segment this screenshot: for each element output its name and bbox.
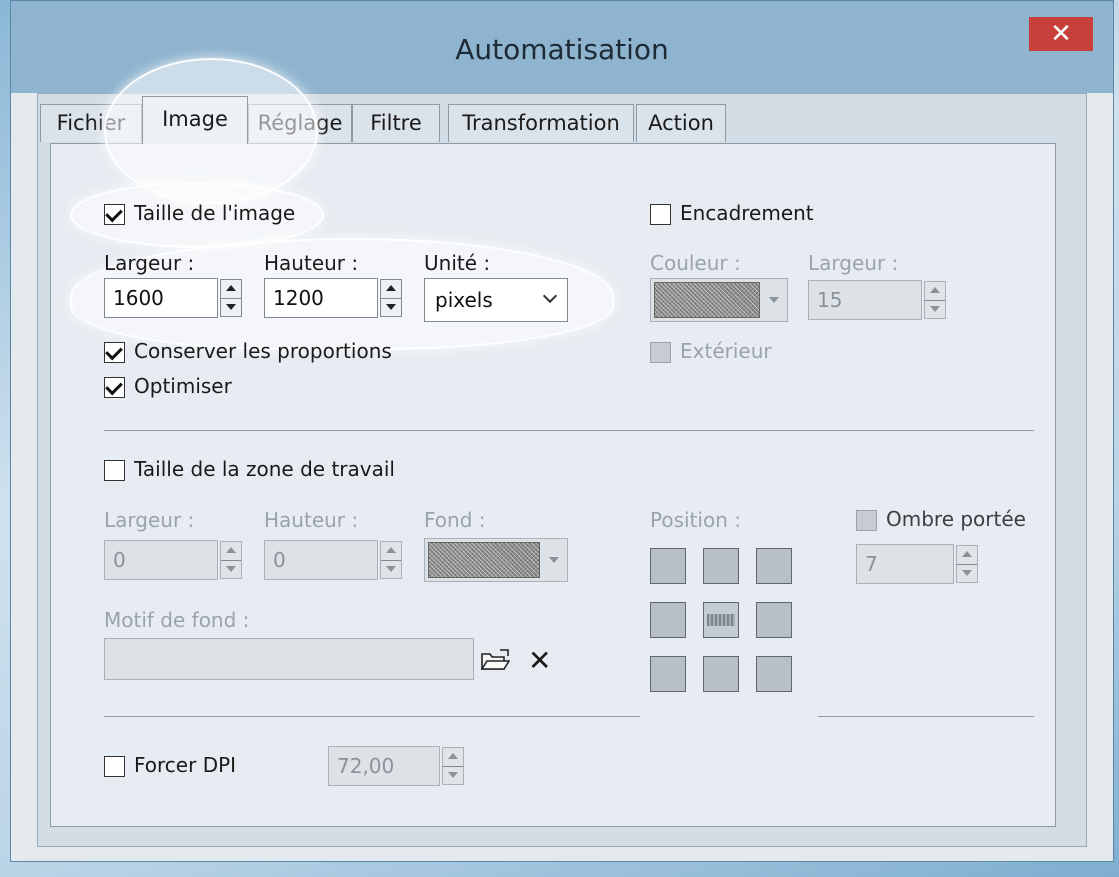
position-bottom-left[interactable] bbox=[650, 656, 686, 692]
spin-down-icon[interactable] bbox=[381, 560, 401, 578]
frame-color-picker[interactable] bbox=[650, 278, 788, 322]
spin-up-icon[interactable] bbox=[381, 542, 401, 561]
keep-ratio-checkbox[interactable] bbox=[104, 342, 125, 363]
canvas-height-input[interactable]: 0 bbox=[264, 540, 378, 580]
position-label: Position : bbox=[650, 508, 741, 532]
dpi-input[interactable]: 72,00 bbox=[328, 746, 440, 786]
position-top-left[interactable] bbox=[650, 548, 686, 584]
tab-filtre[interactable]: Filtre bbox=[352, 104, 440, 142]
background-color-picker[interactable] bbox=[424, 538, 568, 582]
spin-down-icon[interactable] bbox=[221, 298, 241, 316]
optimize-label: Optimiser bbox=[134, 374, 232, 398]
separator bbox=[104, 716, 640, 717]
color-swatch bbox=[428, 542, 540, 578]
tab-label: Transformation bbox=[462, 111, 620, 135]
folder-open-icon[interactable] bbox=[480, 648, 510, 672]
position-bottom-center[interactable] bbox=[703, 656, 739, 692]
spin-up-icon[interactable] bbox=[957, 546, 977, 565]
spin-down-icon[interactable] bbox=[221, 560, 241, 578]
spin-up-icon[interactable] bbox=[221, 280, 241, 299]
image-size-checkbox[interactable] bbox=[104, 204, 125, 225]
height-spin[interactable] bbox=[380, 279, 402, 317]
dpi-spin[interactable] bbox=[442, 747, 464, 785]
shadow-checkbox[interactable] bbox=[856, 510, 877, 531]
unit-value: pixels bbox=[435, 288, 493, 312]
height-input[interactable]: 1200 bbox=[264, 278, 378, 318]
frame-width-input[interactable]: 15 bbox=[808, 280, 922, 320]
separator bbox=[818, 716, 1034, 717]
spin-down-icon[interactable] bbox=[925, 300, 945, 318]
canvas-height-spin[interactable] bbox=[380, 541, 402, 579]
frame-width-label: Largeur : bbox=[808, 251, 899, 275]
dropdown-arrow-icon bbox=[769, 297, 779, 303]
dropdown-arrow-icon bbox=[549, 557, 559, 563]
spin-down-icon[interactable] bbox=[443, 766, 463, 784]
chevron-down-icon bbox=[542, 288, 558, 304]
image-size-label: Taille de l'image bbox=[134, 201, 296, 225]
canvas-width-spin[interactable] bbox=[220, 541, 242, 579]
frame-label: Encadrement bbox=[680, 201, 814, 225]
color-swatch bbox=[654, 282, 760, 318]
frame-color-label: Couleur : bbox=[650, 251, 741, 275]
keep-ratio-label: Conserver les proportions bbox=[134, 339, 392, 363]
canvas-size-label: Taille de la zone de travail bbox=[134, 457, 395, 481]
height-label: Hauteur : bbox=[264, 251, 359, 275]
position-top-right[interactable] bbox=[756, 548, 792, 584]
delete-x-icon[interactable]: ✕ bbox=[528, 647, 551, 675]
spin-down-icon[interactable] bbox=[381, 298, 401, 316]
position-top-center[interactable] bbox=[703, 548, 739, 584]
pattern-input[interactable] bbox=[104, 638, 474, 680]
tab-label: Image bbox=[162, 107, 228, 131]
canvas-width-input[interactable]: 0 bbox=[104, 540, 218, 580]
spin-down-icon[interactable] bbox=[957, 564, 977, 582]
position-middle-right[interactable] bbox=[756, 602, 792, 638]
spin-up-icon[interactable] bbox=[381, 280, 401, 299]
position-center[interactable] bbox=[703, 602, 739, 638]
tab-label: Filtre bbox=[370, 111, 422, 135]
position-bottom-right[interactable] bbox=[756, 656, 792, 692]
outside-checkbox[interactable] bbox=[650, 342, 671, 363]
separator bbox=[104, 430, 1034, 431]
width-label: Largeur : bbox=[104, 251, 195, 275]
unit-label: Unité : bbox=[424, 251, 491, 275]
shadow-input[interactable]: 7 bbox=[856, 544, 954, 584]
close-button[interactable]: ✕ bbox=[1029, 17, 1093, 51]
force-dpi-checkbox[interactable] bbox=[104, 756, 125, 777]
frame-checkbox[interactable] bbox=[650, 204, 671, 225]
tab-action[interactable]: Action bbox=[636, 104, 726, 142]
background-label: Fond : bbox=[424, 508, 486, 532]
pattern-label: Motif de fond : bbox=[104, 608, 250, 632]
width-spin[interactable] bbox=[220, 279, 242, 317]
canvas-width-label: Largeur : bbox=[104, 508, 195, 532]
optimize-checkbox[interactable] bbox=[104, 377, 125, 398]
unit-select[interactable]: pixels bbox=[424, 278, 568, 322]
shadow-spin[interactable] bbox=[956, 545, 978, 583]
frame-width-spin[interactable] bbox=[924, 281, 946, 319]
spin-up-icon[interactable] bbox=[443, 748, 463, 767]
canvas-size-checkbox[interactable] bbox=[104, 460, 125, 481]
outside-label: Extérieur bbox=[680, 339, 772, 363]
canvas-height-label: Hauteur : bbox=[264, 508, 359, 532]
position-middle-left[interactable] bbox=[650, 602, 686, 638]
width-input[interactable]: 1600 bbox=[104, 278, 218, 318]
tab-image[interactable]: Image bbox=[142, 96, 248, 144]
close-icon: ✕ bbox=[1050, 19, 1072, 49]
force-dpi-label: Forcer DPI bbox=[134, 753, 237, 777]
tab-label: Action bbox=[648, 111, 714, 135]
tab-transformation[interactable]: Transformation bbox=[448, 104, 634, 142]
shadow-label: Ombre portée bbox=[886, 507, 1026, 531]
spin-up-icon[interactable] bbox=[221, 542, 241, 561]
spin-up-icon[interactable] bbox=[925, 282, 945, 301]
